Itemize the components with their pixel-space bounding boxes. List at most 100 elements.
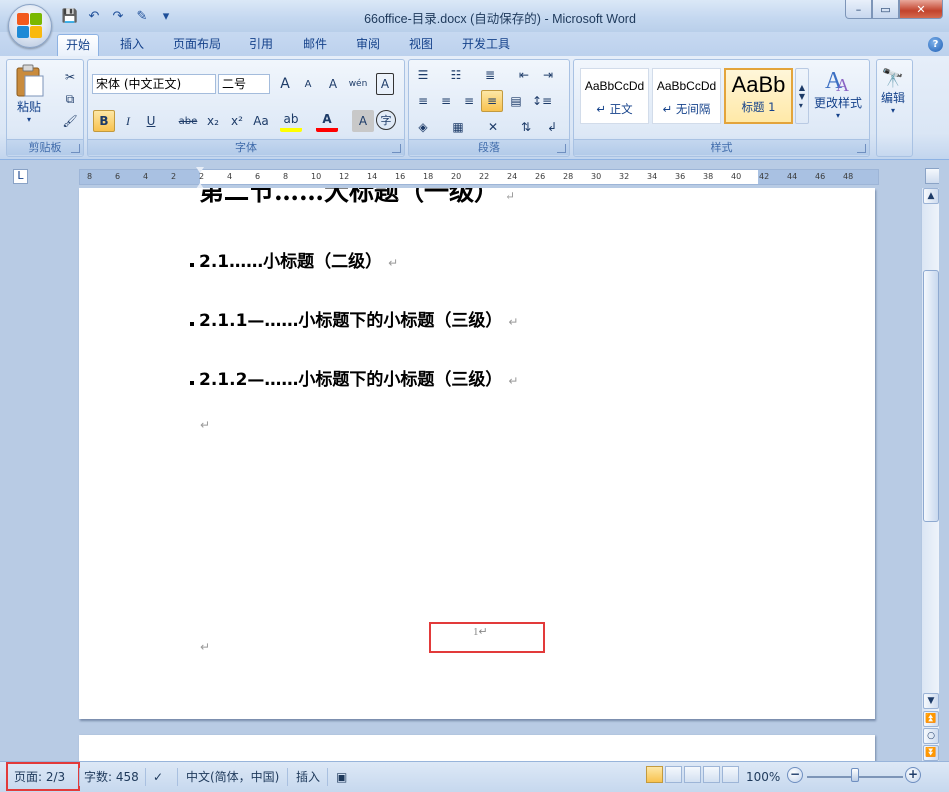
- styles-launcher-icon[interactable]: [857, 144, 866, 153]
- zoom-slider-thumb[interactable]: [851, 768, 859, 782]
- language-indicator[interactable]: 中文(简体，中国): [186, 767, 279, 787]
- vertical-scrollbar[interactable]: ▲ ▼ ⏫ ○ ⏬: [921, 188, 939, 761]
- text-highlight-button[interactable]: ab: [280, 110, 302, 132]
- bold-button[interactable]: B: [93, 110, 115, 132]
- italic-button[interactable]: I: [117, 110, 139, 132]
- justify-icon[interactable]: ≡: [481, 90, 503, 112]
- enclose-char-button[interactable]: 字: [376, 110, 396, 130]
- font-size-combo[interactable]: 二号: [218, 74, 270, 94]
- superscript-button[interactable]: x²: [226, 110, 248, 132]
- page-1[interactable]: 第二节……大标题（一级） ↵ 2.1……小标题（二级） ↵ 2.1.1—……小标题下…: [79, 188, 875, 719]
- tab-references[interactable]: 引用: [241, 34, 281, 56]
- prev-page-button[interactable]: ⏫: [923, 711, 939, 727]
- minimize-button[interactable]: –: [845, 0, 872, 19]
- increase-indent-icon[interactable]: ⇥: [537, 64, 559, 86]
- format-painter-icon[interactable]: 🖌: [59, 110, 81, 132]
- underline-button[interactable]: U: [140, 110, 162, 132]
- insert-mode[interactable]: 插入: [296, 767, 320, 787]
- char-border-icon[interactable]: A: [376, 73, 394, 95]
- copy-icon[interactable]: ⧉: [59, 88, 81, 110]
- font-color-button[interactable]: A: [316, 110, 338, 132]
- zoom-in-button[interactable]: +: [905, 767, 921, 783]
- page-2[interactable]: [79, 735, 875, 761]
- change-case-button[interactable]: Aa: [250, 110, 272, 132]
- restore-button[interactable]: ▭: [872, 0, 899, 19]
- paste-button[interactable]: 粘贴 ▾: [13, 64, 45, 124]
- undo-icon[interactable]: ↶: [84, 6, 104, 26]
- tab-mailings[interactable]: 邮件: [295, 34, 335, 56]
- subscript-button[interactable]: x₂: [202, 110, 224, 132]
- macro-record-icon[interactable]: ▣: [336, 767, 347, 787]
- tab-developer[interactable]: 开发工具: [454, 34, 518, 56]
- scroll-down-button[interactable]: ▼: [923, 693, 939, 709]
- align-left-icon[interactable]: ≡: [412, 90, 434, 112]
- borders-icon[interactable]: ▦: [447, 116, 469, 138]
- style-no-spacing[interactable]: AaBbCcDd ↵ 无间隔: [652, 68, 721, 124]
- font-launcher-icon[interactable]: [392, 144, 401, 153]
- browse-object-button[interactable]: ○: [923, 728, 939, 744]
- align-center-icon[interactable]: ≡: [435, 90, 457, 112]
- indent-marker[interactable]: [196, 167, 205, 189]
- office-logo-icon: [17, 13, 43, 39]
- binoculars-icon: 🔭: [881, 68, 905, 89]
- tab-selector[interactable]: L: [13, 169, 28, 184]
- tab-page-layout[interactable]: 页面布局: [165, 34, 229, 56]
- clear-format-icon[interactable]: A: [322, 73, 344, 95]
- outline-view-button[interactable]: [703, 766, 720, 783]
- phonetic-guide-icon[interactable]: wén: [347, 73, 369, 95]
- strikethrough-button[interactable]: abe: [177, 110, 199, 132]
- title-bar: 💾 ↶ ↷ ✎ ▾ 66office-目录.docx (自动保存的) - Mic…: [0, 0, 949, 32]
- zoom-level[interactable]: 100%: [746, 767, 780, 787]
- sort-icon[interactable]: ⇅: [515, 116, 537, 138]
- multilevel-list-icon[interactable]: ≣: [479, 64, 501, 86]
- redo-icon[interactable]: ↷: [108, 6, 128, 26]
- tab-review[interactable]: 审阅: [348, 34, 388, 56]
- full-screen-reading-button[interactable]: [665, 766, 682, 783]
- bullets-icon[interactable]: ☰: [412, 64, 434, 86]
- font-name-combo[interactable]: 宋体 (中文正文): [92, 74, 216, 94]
- tab-view[interactable]: 视图: [401, 34, 441, 56]
- show-marks-icon[interactable]: ↲: [541, 116, 563, 138]
- office-button[interactable]: [8, 4, 52, 48]
- paste-icon: [16, 64, 44, 97]
- scroll-up-button[interactable]: ▲: [923, 188, 939, 204]
- zoom-out-button[interactable]: −: [787, 767, 803, 783]
- clipboard-group: 粘贴 ▾ ✂ ⧉ 🖌 剪贴板: [6, 59, 84, 157]
- shrink-font-icon[interactable]: A: [297, 73, 319, 95]
- numbering-icon[interactable]: ☷: [445, 64, 467, 86]
- tab-insert[interactable]: 插入: [112, 34, 152, 56]
- scroll-thumb[interactable]: [923, 270, 939, 522]
- word-count[interactable]: 字数: 458: [84, 767, 139, 787]
- next-page-button[interactable]: ⏬: [923, 745, 939, 761]
- help-icon[interactable]: ?: [928, 37, 943, 52]
- style-normal[interactable]: AaBbCcDd ↵ 正文: [580, 68, 649, 124]
- cut-icon[interactable]: ✂: [59, 66, 81, 88]
- heading-level-3: 2.1.1—……小标题下的小标题（三级） ↵: [199, 311, 519, 331]
- draft-view-button[interactable]: [722, 766, 739, 783]
- close-button[interactable]: ✕: [899, 0, 943, 19]
- tab-home[interactable]: 开始: [57, 34, 100, 56]
- distributed-icon[interactable]: ▤: [505, 90, 527, 112]
- grow-font-icon[interactable]: A: [274, 73, 296, 95]
- highlight-box-page-number: [429, 622, 545, 653]
- shading-icon[interactable]: ◈: [412, 116, 434, 138]
- styles-scroll[interactable]: ▲ ▼ ▾: [795, 68, 809, 124]
- format-painter-qat-icon[interactable]: ✎: [132, 6, 152, 26]
- change-styles-button[interactable]: A A 更改样式 ▾: [814, 64, 862, 120]
- paragraph-launcher-icon[interactable]: [557, 144, 566, 153]
- align-right-icon[interactable]: ≡: [458, 90, 480, 112]
- char-shading-button[interactable]: A: [352, 110, 374, 132]
- decrease-indent-icon[interactable]: ⇤: [513, 64, 535, 86]
- chinese-layout-icon[interactable]: ✕: [482, 116, 504, 138]
- customize-qat-icon[interactable]: ▾: [156, 6, 176, 26]
- line-spacing-icon[interactable]: ↕≡: [531, 90, 553, 112]
- save-icon[interactable]: 💾: [60, 6, 80, 26]
- print-layout-view-button[interactable]: [646, 766, 663, 783]
- ribbon: 粘贴 ▾ ✂ ⧉ 🖌 剪贴板 宋体 (中文正文) 二号 A A A wén A …: [0, 56, 949, 160]
- web-layout-button[interactable]: [684, 766, 701, 783]
- proofing-icon[interactable]: ✓: [153, 767, 163, 787]
- editing-button[interactable]: 🔭 编辑 ▾: [881, 68, 905, 115]
- clipboard-launcher-icon[interactable]: [71, 144, 80, 153]
- heading-bullet: [190, 263, 194, 267]
- style-heading-1[interactable]: AaBb 标题 1: [724, 68, 793, 124]
